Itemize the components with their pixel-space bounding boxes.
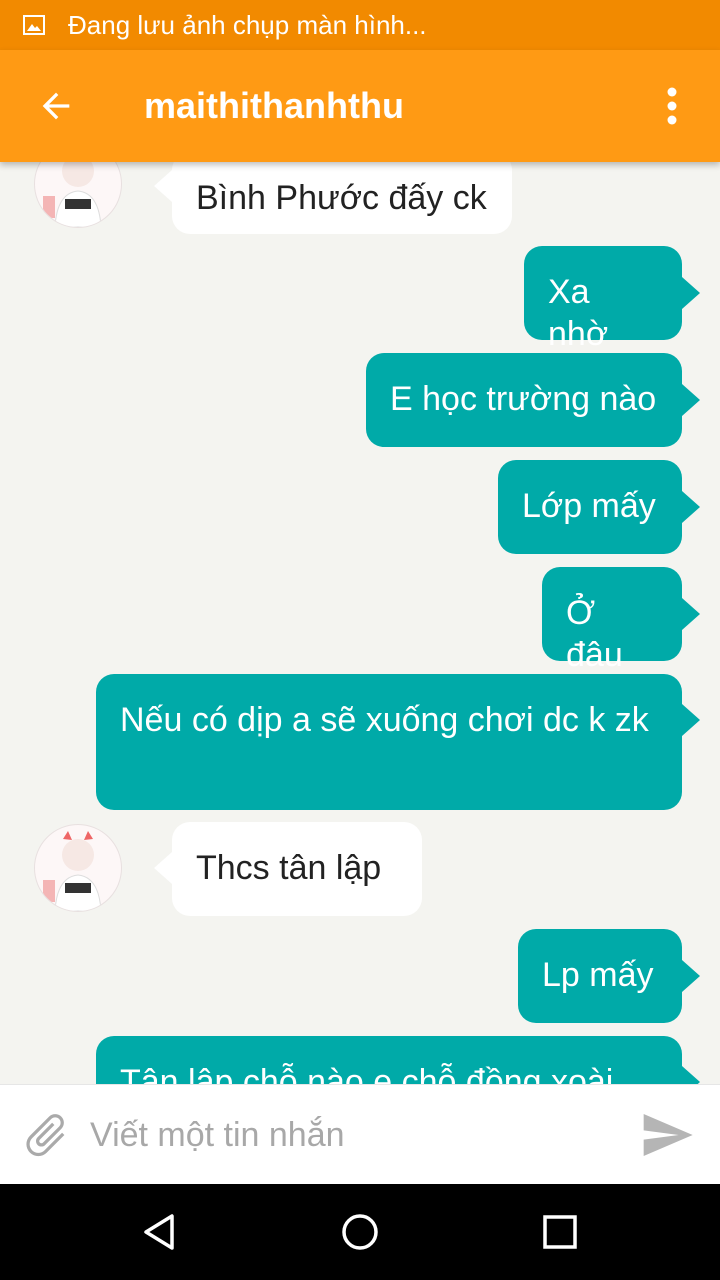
more-vert-icon [667,87,677,125]
outgoing-message-bubble[interactable]: E học trường nào [366,353,682,447]
send-icon [643,1114,693,1156]
send-button[interactable] [632,1100,702,1170]
avatar[interactable] [34,824,122,912]
message-input[interactable] [88,1114,612,1156]
attach-button[interactable] [16,1105,76,1165]
message-text: Tân lập chỗ nào e chỗ đồng xoài [120,1063,614,1084]
outgoing-message-bubble[interactable]: Lớp mấy [498,460,682,554]
more-options-button[interactable] [642,66,702,146]
system-nav-bar [0,1184,720,1280]
outgoing-message-bubble[interactable]: Lp mấy [518,929,682,1023]
avatar[interactable] [34,162,122,228]
message-list[interactable]: Bình Phước đấy ck Xa nhờ E học trường nà… [0,162,720,1084]
message-text: Thcs tân lập [196,849,382,887]
status-text: Đang lưu ảnh chụp màn hình... [68,9,427,40]
app-bar: maithithanhthu [0,50,720,162]
paperclip-icon [26,1114,65,1157]
incoming-message-bubble[interactable]: Thcs tân lập [172,822,422,916]
arrow-left-icon [42,92,70,120]
circle-home-icon [342,1214,378,1250]
image-icon [23,15,45,35]
message-text: Xa nhờ [548,273,609,353]
triangle-back-icon [144,1214,174,1250]
nav-back-button[interactable] [130,1202,190,1262]
message-text: E học trường nào [390,380,657,418]
message-text: Bình Phước đấy ck [196,179,487,217]
conversation-title: maithithanhthu [144,85,404,126]
nav-home-button[interactable] [330,1202,390,1262]
square-recents-icon [543,1215,577,1249]
message-text: Nếu có dịp a sẽ xuống chơi dc k zk [120,701,649,739]
message-text: Lớp mấy [522,487,656,525]
message-composer [0,1084,720,1185]
message-text: Lp mấy [542,956,654,994]
outgoing-message-bubble[interactable]: Xa nhờ [524,246,682,353]
status-bar: Đang lưu ảnh chụp màn hình... [0,0,720,50]
nav-recents-button[interactable] [530,1202,590,1262]
back-button[interactable] [16,66,96,146]
message-text: Ở đâu [566,594,623,674]
incoming-message-bubble[interactable]: Bình Phước đấy ck [172,162,512,234]
outgoing-message-bubble[interactable]: Nếu có dịp a sẽ xuống chơi dc k zk [96,674,682,810]
outgoing-message-bubble[interactable]: Tân lập chỗ nào e chỗ đồng xoài [96,1036,682,1084]
outgoing-message-bubble[interactable]: Ở đâu [542,567,682,674]
